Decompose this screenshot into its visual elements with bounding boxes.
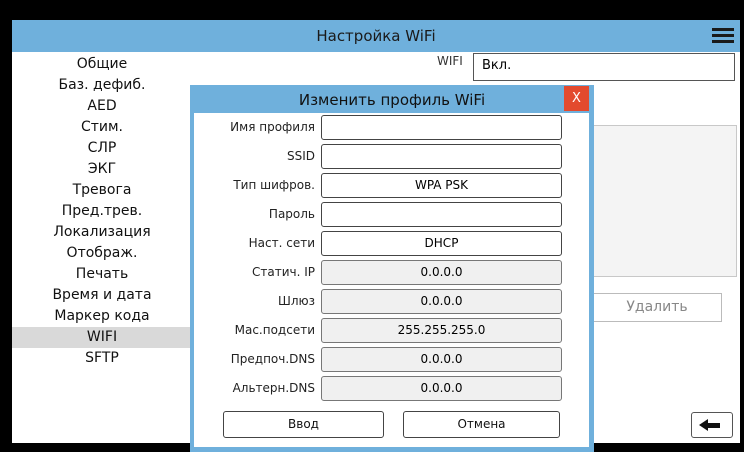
dialog-body: Имя профиля SSID Тип шифров. WPA PSK Пар… bbox=[194, 113, 589, 447]
form-row: Имя профиля bbox=[194, 113, 589, 142]
ssid-label: SSID bbox=[286, 149, 315, 163]
sidebar-item-localization[interactable]: Локализация bbox=[12, 222, 192, 243]
alternate-dns-label: Альтерн.DNS bbox=[232, 381, 315, 395]
menu-icon[interactable] bbox=[712, 24, 734, 48]
password-input[interactable] bbox=[321, 202, 562, 227]
sidebar-item-code-marker[interactable]: Маркер кода bbox=[12, 306, 192, 327]
static-ip-label: Статич. IP bbox=[251, 265, 315, 279]
encryption-label: Тип шифров. bbox=[233, 178, 315, 192]
form-row: Наст. сети DHCP bbox=[194, 229, 589, 258]
sidebar-item-sftp[interactable]: SFTP bbox=[12, 348, 192, 369]
close-button[interactable]: X bbox=[564, 86, 589, 111]
subnet-mask-label: Мас.подсети bbox=[234, 323, 315, 337]
network-setup-select[interactable]: DHCP bbox=[321, 231, 562, 256]
subnet-mask-input: 255.255.255.0 bbox=[321, 318, 562, 343]
sidebar-item-general[interactable]: Общие bbox=[12, 54, 192, 75]
sidebar-item-wifi[interactable]: WIFI bbox=[12, 327, 192, 348]
sidebar-item-aed[interactable]: AED bbox=[12, 96, 192, 117]
dialog-title: Изменить профиль WiFi bbox=[298, 91, 486, 109]
sidebar-item-basic-defib[interactable]: Баз. дефиб. bbox=[12, 75, 192, 96]
wifi-toggle[interactable]: Вкл. bbox=[473, 53, 735, 81]
form-row: Пароль bbox=[194, 200, 589, 229]
edit-profile-dialog: Изменить профиль WiFi X Имя профиля SSID… bbox=[190, 85, 594, 452]
preferred-dns-label: Предпоч.DNS bbox=[230, 352, 315, 366]
sidebar: Общие Баз. дефиб. AED Стим. СЛР ЭКГ Трев… bbox=[12, 54, 192, 369]
gateway-label: Шлюз bbox=[278, 294, 315, 308]
sidebar-item-ecg[interactable]: ЭКГ bbox=[12, 159, 192, 180]
gateway-input: 0.0.0.0 bbox=[321, 289, 562, 314]
network-setup-label: Наст. сети bbox=[248, 236, 315, 250]
sidebar-item-cpr[interactable]: СЛР bbox=[12, 138, 192, 159]
sidebar-item-print[interactable]: Печать bbox=[12, 264, 192, 285]
cancel-button[interactable]: Отмена bbox=[403, 411, 560, 438]
sidebar-item-prealarm[interactable]: Пред.трев. bbox=[12, 201, 192, 222]
sidebar-item-alarm[interactable]: Тревога bbox=[12, 180, 192, 201]
preferred-dns-input: 0.0.0.0 bbox=[321, 347, 562, 372]
form-row: Предпоч.DNS 0.0.0.0 bbox=[194, 345, 589, 374]
profile-name-label: Имя профиля bbox=[230, 120, 315, 134]
encryption-select[interactable]: WPA PSK bbox=[321, 173, 562, 198]
profile-name-input[interactable] bbox=[321, 115, 562, 140]
screen: Настройка WiFi Общие Баз. дефиб. AED Сти… bbox=[12, 20, 740, 452]
form-row: Мас.подсети 255.255.255.0 bbox=[194, 316, 589, 345]
title-bar: Настройка WiFi bbox=[12, 20, 740, 52]
form-row: Альтерн.DNS 0.0.0.0 bbox=[194, 374, 589, 403]
wifi-label: WIFI bbox=[437, 54, 463, 68]
page-title: Настройка WiFi bbox=[316, 27, 436, 45]
ssid-input[interactable] bbox=[321, 144, 562, 169]
static-ip-input: 0.0.0.0 bbox=[321, 260, 562, 285]
sidebar-item-datetime[interactable]: Время и дата bbox=[12, 285, 192, 306]
form-row: Шлюз 0.0.0.0 bbox=[194, 287, 589, 316]
enter-button[interactable]: Ввод bbox=[223, 411, 384, 438]
delete-button[interactable]: Удалить bbox=[592, 293, 722, 322]
form-row: Тип шифров. WPA PSK bbox=[194, 171, 589, 200]
password-label: Пароль bbox=[268, 207, 315, 221]
form-row: Статич. IP 0.0.0.0 bbox=[194, 258, 589, 287]
back-arrow-icon bbox=[699, 419, 708, 431]
sidebar-item-display[interactable]: Отображ. bbox=[12, 243, 192, 264]
back-button[interactable] bbox=[691, 412, 733, 438]
alternate-dns-input: 0.0.0.0 bbox=[321, 376, 562, 401]
profile-list[interactable] bbox=[592, 125, 737, 277]
form-row: SSID bbox=[194, 142, 589, 171]
sidebar-item-pacing[interactable]: Стим. bbox=[12, 117, 192, 138]
